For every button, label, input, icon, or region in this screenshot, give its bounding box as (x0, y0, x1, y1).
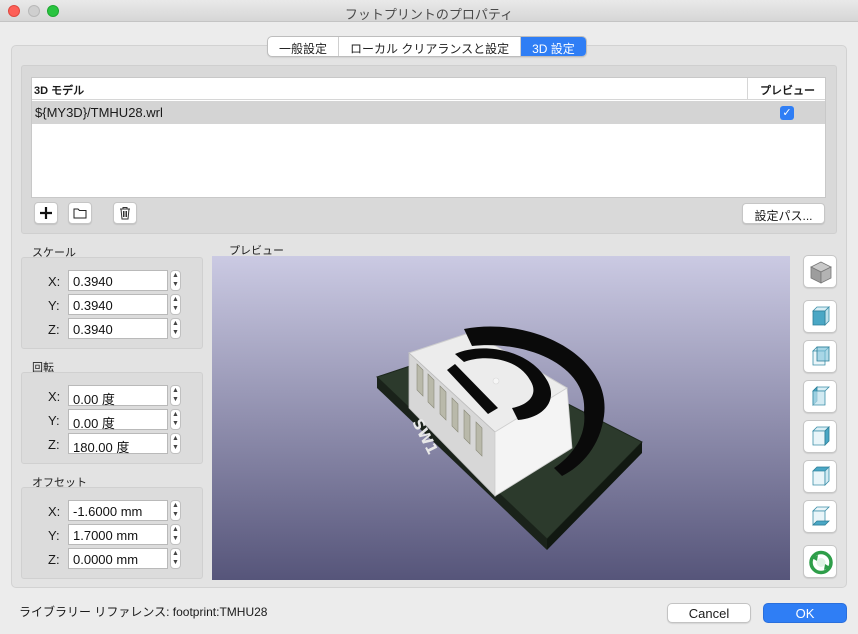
column-header-preview[interactable]: プレビュー (748, 82, 827, 98)
rotation-y-label: Y: (48, 413, 60, 428)
offset-z-stepper[interactable]: ▲ ▼ (170, 548, 181, 569)
cancel-button[interactable]: Cancel (667, 603, 751, 623)
rotation-x-label: X: (48, 389, 61, 404)
model-path[interactable]: ${MY3D}/TMHU28.wrl (35, 105, 163, 120)
scale-y-input[interactable]: 0.3940 (68, 294, 168, 315)
cube-top-icon (812, 466, 830, 486)
view-right-button[interactable] (803, 420, 837, 453)
view-left-button[interactable] (803, 380, 837, 413)
settings-path-button[interactable]: 設定パス... (742, 203, 825, 224)
rotation-x-input[interactable]: 0.00 度 (68, 385, 168, 407)
view-front-button[interactable] (803, 300, 837, 333)
tab-general[interactable]: 一般設定 (268, 37, 340, 56)
cube-right-icon (812, 426, 830, 446)
offset-y-input[interactable]: 1.7000 mm (68, 524, 168, 545)
window-title: フットプリントのプロパティ (344, 7, 514, 22)
preview-checkbox[interactable]: ✓ (780, 106, 794, 120)
view-back-button[interactable] (803, 340, 837, 373)
library-reference: ライブラリー リファレンス: footprint:TMHU28 (19, 605, 268, 619)
reload-icon (809, 550, 833, 575)
offset-x-input[interactable]: -1.6000 mm (68, 500, 168, 521)
model-table: 3D モデル プレビュー ${MY3D}/TMHU28.wrl ✓ (31, 77, 826, 198)
offset-y-stepper[interactable]: ▲ ▼ (170, 524, 181, 545)
add-model-button[interactable] (34, 202, 58, 224)
cube-back-icon (812, 346, 830, 366)
3d-model-render: SW1 (376, 326, 643, 550)
scale-y-stepper[interactable]: ▲ ▼ (170, 294, 181, 315)
tab-bar: 一般設定 ローカル クリアランスと設定 3D 設定 (267, 36, 587, 57)
view-3d-button[interactable] (803, 255, 837, 288)
rotation-y-stepper[interactable]: ▲ ▼ (170, 409, 181, 430)
delete-model-button[interactable] (113, 202, 137, 224)
folder-icon (73, 208, 87, 219)
view-top-button[interactable] (803, 460, 837, 493)
rotation-z-stepper[interactable]: ▲ ▼ (170, 433, 181, 454)
cube-view-icon (810, 261, 832, 284)
cube-bottom-icon (812, 506, 830, 526)
reload-button[interactable] (803, 545, 837, 578)
view-bottom-button[interactable] (803, 500, 837, 533)
offset-y-label: Y: (48, 528, 60, 543)
rotation-x-stepper[interactable]: ▲ ▼ (170, 385, 181, 406)
scale-y-label: Y: (48, 298, 60, 313)
offset-x-stepper[interactable]: ▲ ▼ (170, 500, 181, 521)
scale-x-label: X: (48, 274, 61, 289)
offset-z-label: Z: (48, 552, 60, 567)
scale-z-label: Z: (48, 322, 60, 337)
browse-model-button[interactable] (68, 202, 92, 224)
plus-icon (40, 207, 52, 219)
scale-x-stepper[interactable]: ▲ ▼ (170, 270, 181, 291)
ok-button[interactable]: OK (763, 603, 847, 623)
offset-x-label: X: (48, 504, 61, 519)
rotation-y-input[interactable]: 0.00 度 (68, 409, 168, 431)
rotation-z-label: Z: (48, 437, 60, 452)
offset-z-input[interactable]: 0.0000 mm (68, 548, 168, 569)
scale-z-stepper[interactable]: ▲ ▼ (170, 318, 181, 339)
tab-clearance[interactable]: ローカル クリアランスと設定 (339, 37, 522, 56)
scale-x-input[interactable]: 0.3940 (68, 270, 168, 291)
3d-preview-viewport[interactable]: SW1 (212, 256, 790, 580)
table-header: 3D モデル プレビュー (32, 78, 825, 100)
cube-left-icon (812, 386, 830, 406)
cube-front-icon (812, 306, 830, 326)
tab-3d-settings[interactable]: 3D 設定 (521, 37, 586, 56)
scale-z-input[interactable]: 0.3940 (68, 318, 168, 339)
title-bar: フットプリントのプロパティ (0, 0, 858, 22)
table-row[interactable]: ${MY3D}/TMHU28.wrl ✓ (32, 101, 825, 124)
column-header-model[interactable]: 3D モデル (34, 82, 84, 98)
trash-icon (120, 207, 130, 220)
rotation-z-input[interactable]: 180.00 度 (68, 433, 168, 455)
